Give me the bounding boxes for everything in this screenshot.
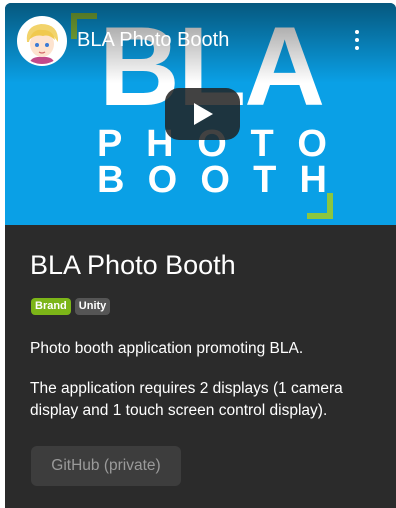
- card-title: BLA Photo Booth: [30, 250, 236, 280]
- thumbnail-line-booth: B O O T H: [97, 161, 327, 199]
- tag-brand: Brand: [31, 298, 71, 315]
- channel-avatar-icon[interactable]: [17, 16, 67, 66]
- thumbnail-letter: P: [97, 123, 123, 165]
- play-button[interactable]: [165, 88, 240, 140]
- thumbnail-letter: H: [299, 159, 327, 201]
- project-card: BLA P H O T O B O O T H: [5, 3, 396, 508]
- card-requirements: The application requires 2 displays (1 c…: [30, 380, 343, 419]
- thumbnail-letter: O: [297, 123, 327, 165]
- thumbnail-letter: T: [253, 159, 277, 201]
- video-title[interactable]: BLA Photo Booth: [77, 28, 229, 52]
- card-description: Photo booth application promoting BLA.: [30, 340, 304, 357]
- github-button[interactable]: GitHub (private): [31, 446, 181, 486]
- thumbnail-letter: T: [250, 123, 274, 165]
- more-vert-icon[interactable]: [349, 28, 365, 52]
- tag-unity: Unity: [74, 298, 111, 315]
- video-player[interactable]: BLA P H O T O B O O T H: [5, 3, 396, 225]
- thumbnail-letter: B: [97, 159, 125, 201]
- tag-list: Brand Unity: [31, 298, 111, 315]
- play-icon: [193, 103, 213, 125]
- thumbnail-letter: O: [200, 159, 230, 201]
- thumbnail-letter: O: [147, 159, 178, 201]
